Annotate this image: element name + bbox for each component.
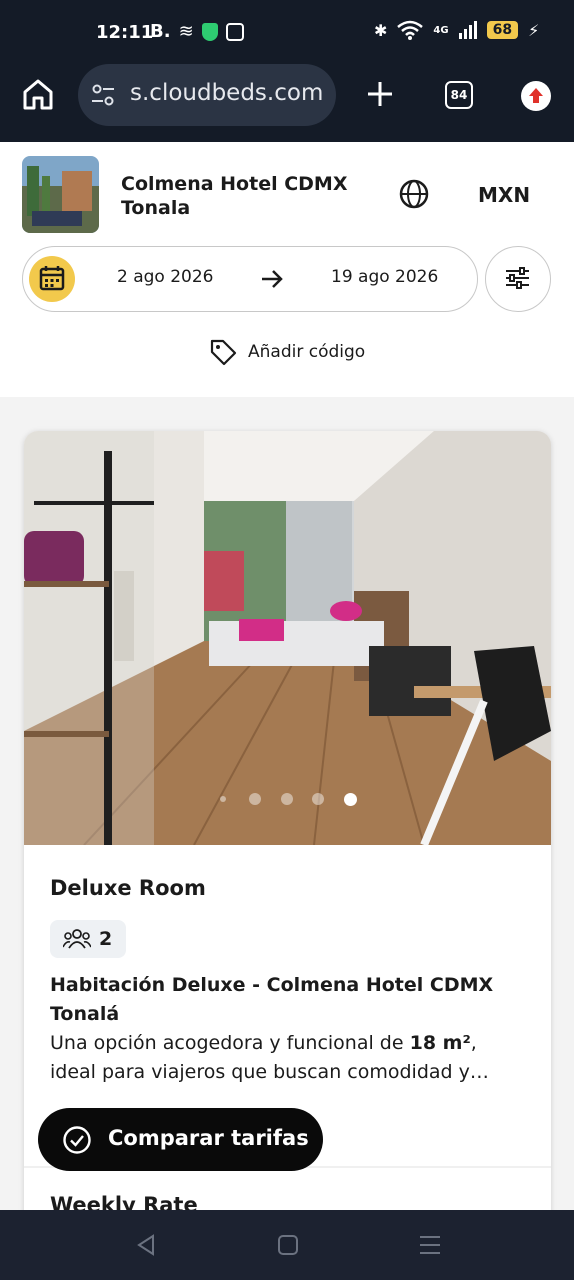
shield-icon [201, 22, 218, 41]
sliders-icon [506, 267, 529, 289]
carousel-dot[interactable] [281, 793, 293, 805]
check-circle-icon [63, 1126, 91, 1154]
system-nav-bar [0, 1210, 574, 1280]
address-bar[interactable]: s.cloudbeds.com [78, 64, 336, 126]
waves-icon: ≋ [178, 21, 194, 42]
home-square-icon[interactable] [277, 1234, 299, 1256]
check-in-date: 2 ago 2026 [117, 267, 214, 287]
check-out-date: 19 ago 2026 [331, 267, 439, 287]
new-tab-icon[interactable] [364, 78, 396, 110]
tab-switcher-button[interactable]: 84 [445, 81, 473, 109]
status-right-icons: ✱ 4G 68 ⚡ [374, 20, 539, 40]
add-promo-code[interactable]: Añadir código [208, 336, 365, 368]
menu-icon[interactable] [418, 1234, 442, 1256]
carousel-dot[interactable] [249, 793, 261, 805]
arrow-right-icon [262, 270, 283, 288]
browser-chrome: 12:11 B. ≋ ✱ 4G 68 ⚡ s.cloudbeds.com 84 [0, 0, 574, 142]
bluetooth-icon: ✱ [374, 20, 388, 40]
room-description[interactable]: Una opción acogedora y funcional de 18 m… [50, 1029, 520, 1087]
compare-rates-label: Comparar tarifas [108, 1126, 309, 1150]
battery-level: 68 [486, 21, 519, 39]
site-settings-icon[interactable] [90, 82, 116, 108]
calendar-icon [29, 256, 75, 302]
update-button[interactable] [521, 81, 551, 111]
signal-icon [458, 21, 477, 39]
room-photo-carousel[interactable] [24, 431, 551, 847]
guests-icon [63, 929, 91, 949]
network-label: 4G [433, 24, 449, 36]
guest-count: 2 [99, 928, 113, 950]
carousel-dot[interactable] [312, 793, 324, 805]
carousel-dot-active[interactable] [344, 793, 357, 806]
wifi-icon [397, 20, 424, 40]
back-icon[interactable] [135, 1234, 157, 1256]
room-title: Deluxe Room [50, 876, 206, 900]
occupancy-badge: 2 [50, 920, 126, 958]
hotel-name[interactable]: Colmena Hotel CDMX Tonala [121, 172, 361, 220]
date-range-picker[interactable]: 2 ago 2026 19 ago 2026 [22, 246, 478, 312]
room-description-text: Una opción acogedora y funcional de [50, 1032, 410, 1054]
browser-toolbar: s.cloudbeds.com 84 [0, 62, 574, 128]
hotel-thumbnail[interactable] [22, 156, 99, 233]
room-size: 18 m² [409, 1032, 471, 1054]
home-icon[interactable] [20, 76, 56, 112]
charging-icon: ⚡ [528, 20, 540, 40]
arrow-up-icon [529, 88, 543, 103]
globe-icon[interactable] [398, 178, 430, 210]
instagram-icon [225, 22, 244, 41]
status-time: 12:11 [96, 22, 154, 43]
status-left-text: B. [150, 21, 171, 42]
room-subtitle: Habitación Deluxe - Colmena Hotel CDMX T… [50, 974, 494, 1025]
promo-code-label: Añadir código [248, 342, 366, 362]
status-bar: 12:11 B. ≋ ✱ 4G 68 ⚡ [0, 18, 574, 50]
tag-icon [210, 339, 237, 366]
status-left-icons: B. ≋ [150, 21, 244, 42]
carousel-dots [24, 793, 551, 807]
booking-header: Colmena Hotel CDMX Tonala MXN 2 ago 2026… [0, 142, 574, 397]
compare-rates-button[interactable]: Comparar tarifas [38, 1108, 323, 1171]
url-text: s.cloudbeds.com [130, 80, 324, 106]
filters-button[interactable] [485, 246, 551, 312]
currency-selector[interactable]: MXN [478, 183, 530, 207]
room-photo [24, 431, 551, 847]
carousel-dot[interactable] [220, 796, 226, 802]
